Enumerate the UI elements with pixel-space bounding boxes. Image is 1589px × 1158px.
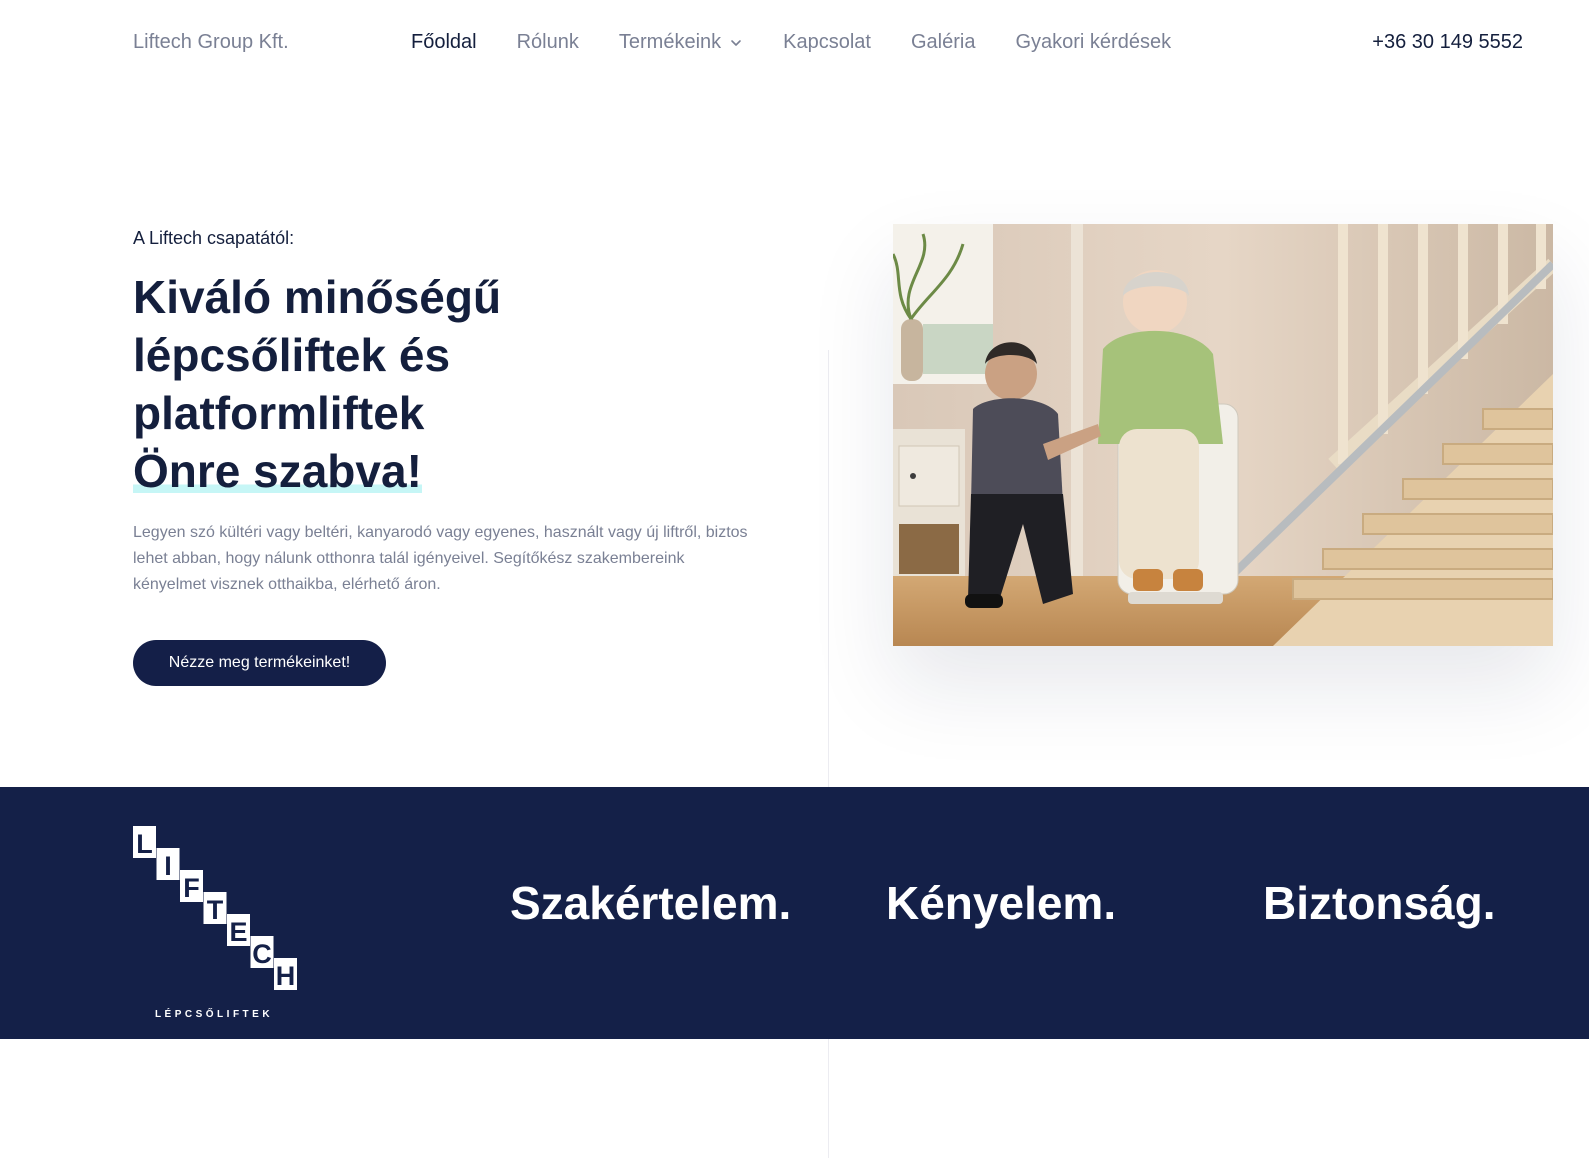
logo-letter-block: T <box>203 892 227 925</box>
nav-link-faq[interactable]: Gyakori kérdések <box>1015 31 1171 54</box>
logo-letter-block: C <box>250 936 274 969</box>
nav-link-products[interactable]: Termékeink <box>619 31 743 54</box>
phone-number-link[interactable]: +36 30 149 5552 <box>1372 31 1523 54</box>
logo-letter: T <box>207 895 224 925</box>
value-expertise: Szakértelem. <box>510 877 792 929</box>
logo-letter-block: I <box>156 848 180 881</box>
top-navigation: Liftech Group Kft. Főoldal Rólunk Termék… <box>0 0 1589 84</box>
headline-line: Kiváló minőségű <box>133 271 502 323</box>
headline-line: platformliftek <box>133 387 425 439</box>
logo-letter: E <box>229 917 247 947</box>
vertical-divider <box>828 350 829 787</box>
logo-letter: I <box>164 851 172 881</box>
stairlift-photo-illustration <box>893 224 1553 646</box>
hero-photo <box>893 224 1553 646</box>
nav-link-home[interactable]: Főoldal <box>411 31 477 54</box>
vertical-divider <box>828 1039 829 1158</box>
nav-link-products-label: Termékeink <box>618 31 722 53</box>
nav-link-gallery[interactable]: Galéria <box>911 31 975 54</box>
hero-headline: Kiváló minőségű lépcsőliftek és platform… <box>133 268 753 500</box>
liftech-logo[interactable]: HCETFIL LÉPCSŐLIFTEK <box>133 826 303 1021</box>
logo-letter-block: E <box>227 914 250 947</box>
hero-description: Legyen szó kültéri vagy beltéri, kanyaro… <box>133 524 748 593</box>
nav-link-contact[interactable]: Kapcsolat <box>783 31 871 54</box>
logo-letter-block: L <box>133 826 156 859</box>
logo-letter-block: H <box>274 958 297 991</box>
view-products-button[interactable]: Nézze meg termékeinket! <box>133 640 386 686</box>
logo-letter: C <box>252 939 272 969</box>
logo-letter: H <box>276 961 296 991</box>
chevron-down-icon <box>731 39 741 46</box>
logo-letter-block: F <box>180 870 203 903</box>
logo-letter: F <box>183 873 200 903</box>
value-comfort: Kényelem. <box>886 877 1117 929</box>
hero-eyebrow: A Liftech csapatától: <box>133 228 295 248</box>
logo-tagline: LÉPCSŐLIFTEK <box>155 1007 273 1020</box>
value-safety: Biztonság. <box>1263 877 1496 929</box>
headline-line: lépcsőliftek és <box>133 329 451 381</box>
headline-highlight: Önre szabva! <box>133 445 422 497</box>
logo-letter: L <box>136 829 153 859</box>
nav-link-about[interactable]: Rólunk <box>517 31 579 54</box>
main-menu: Főoldal Rólunk Termékeink Kapcsolat Galé… <box>411 31 1171 54</box>
brand-name[interactable]: Liftech Group Kft. <box>133 31 289 54</box>
